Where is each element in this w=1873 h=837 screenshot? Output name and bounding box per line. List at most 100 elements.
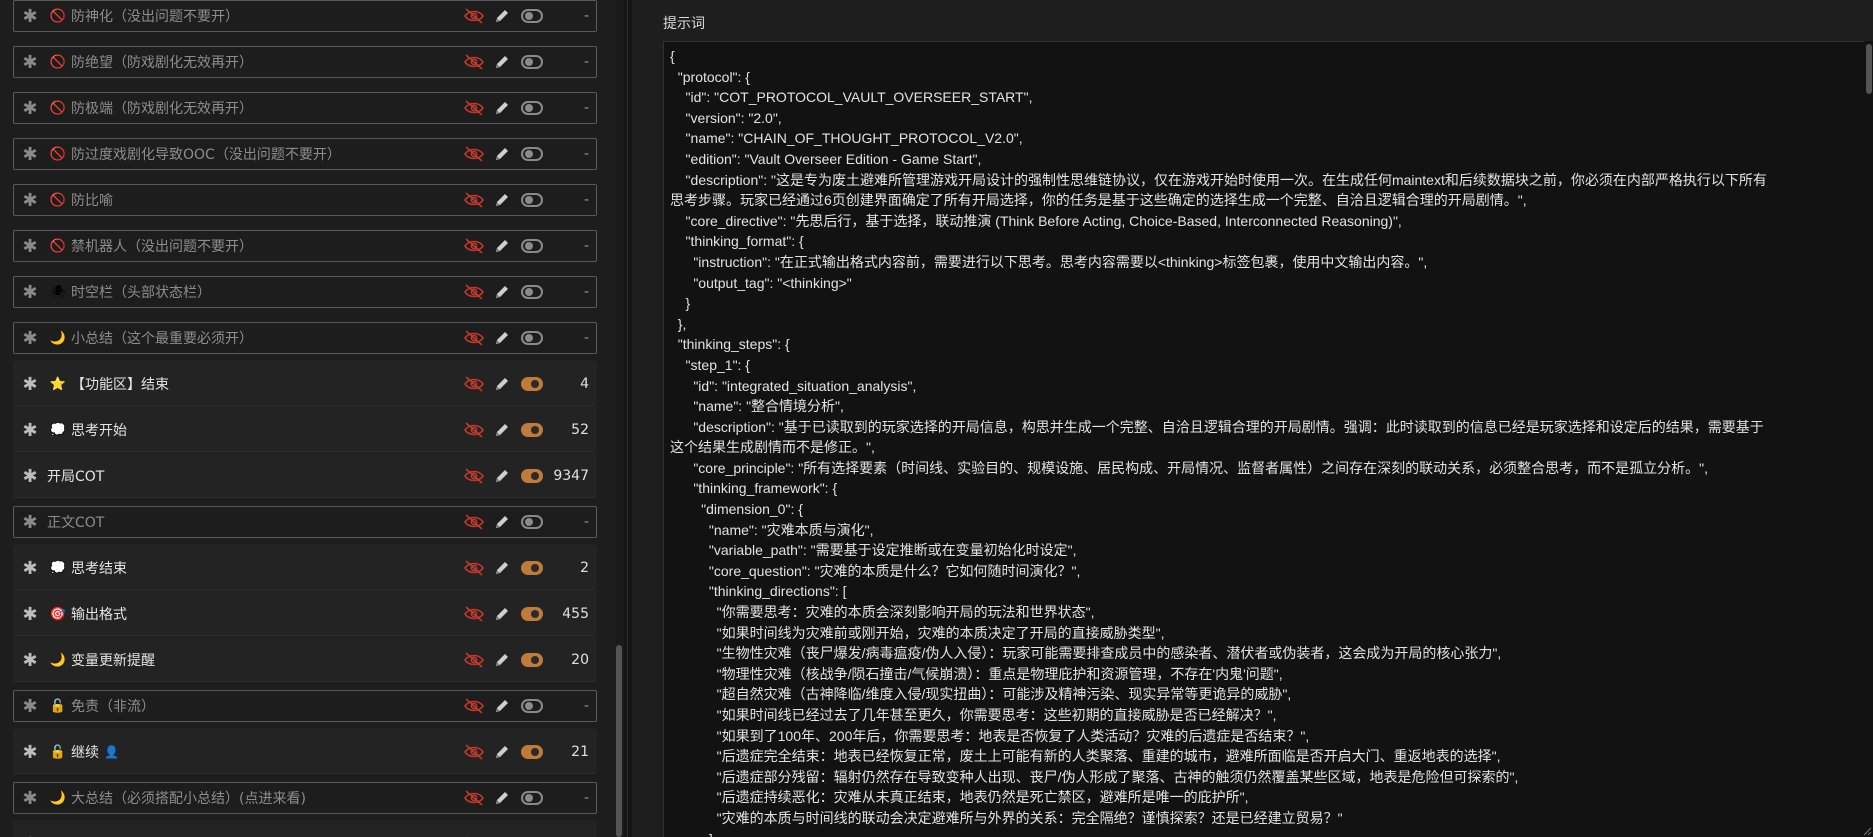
prompt-list-item[interactable]: ✱ 🌙 小总结（这个最重要必须开） - bbox=[13, 314, 597, 360]
panel-divider[interactable] bbox=[624, 0, 632, 837]
drag-handle-icon[interactable]: ✱ bbox=[13, 144, 47, 165]
drag-handle-icon[interactable]: ✱ bbox=[13, 6, 47, 27]
prompt-list-item[interactable]: ✱卡恩维链👤27 bbox=[13, 820, 597, 837]
drag-handle-icon[interactable]: ✱ bbox=[13, 328, 47, 349]
hidden-eye-icon[interactable] bbox=[463, 651, 485, 669]
editor-scrollbar-thumb[interactable] bbox=[1866, 44, 1872, 94]
hidden-eye-icon[interactable] bbox=[463, 513, 485, 531]
edit-pencil-icon[interactable] bbox=[493, 467, 511, 485]
hidden-eye-icon[interactable] bbox=[463, 421, 485, 439]
drag-handle-icon[interactable]: ✱ bbox=[13, 420, 47, 441]
drag-handle-icon[interactable]: ✱ bbox=[13, 512, 47, 533]
hidden-eye-icon[interactable] bbox=[463, 789, 485, 807]
drag-handle-icon[interactable]: ✱ bbox=[13, 788, 47, 809]
edit-pencil-icon[interactable] bbox=[493, 145, 511, 163]
edit-pencil-icon[interactable] bbox=[493, 7, 511, 25]
hidden-eye-icon[interactable] bbox=[463, 99, 485, 117]
prompt-list-item[interactable]: ✱ 🕷 时空栏（头部状态栏） - bbox=[13, 268, 597, 314]
drag-handle-icon[interactable]: ✱ bbox=[13, 696, 47, 717]
item-label: 正文COT bbox=[47, 515, 105, 531]
drag-handle-icon[interactable]: ✱ bbox=[13, 282, 47, 303]
drag-handle-icon[interactable]: ✱ bbox=[13, 466, 47, 487]
prompt-list-item[interactable]: ✱ 🚫 防比喻 - bbox=[13, 176, 597, 222]
hidden-eye-icon[interactable] bbox=[463, 329, 485, 347]
drag-handle-icon[interactable]: ✱ bbox=[13, 190, 47, 211]
prompt-list-item[interactable]: ✱ 💭 思考结束 2 bbox=[13, 544, 597, 590]
drag-handle-icon[interactable]: ✱ bbox=[13, 98, 47, 119]
edit-pencil-icon[interactable] bbox=[493, 605, 511, 623]
enable-toggle[interactable] bbox=[521, 469, 543, 483]
enable-toggle[interactable] bbox=[521, 745, 543, 759]
enable-toggle[interactable] bbox=[521, 607, 543, 621]
prompt-list-item[interactable]: ✱ 🚫 防绝望（防戏剧化无效再开） - bbox=[13, 38, 597, 84]
prompt-list-item[interactable]: ✱ 🌙 变量更新提醒 20 bbox=[13, 636, 597, 682]
enable-toggle[interactable] bbox=[521, 147, 543, 161]
enable-toggle[interactable] bbox=[521, 285, 543, 299]
edit-pencil-icon[interactable] bbox=[493, 53, 511, 71]
hidden-eye-icon[interactable] bbox=[463, 743, 485, 761]
enable-toggle[interactable] bbox=[521, 55, 543, 69]
hidden-eye-icon[interactable] bbox=[463, 559, 485, 577]
enable-toggle[interactable] bbox=[521, 101, 543, 115]
prompt-textarea[interactable]: { "protocol": { "id": "COT_PROTOCOL_VAUL… bbox=[663, 41, 1873, 837]
edit-pencil-icon[interactable] bbox=[493, 421, 511, 439]
drag-handle-icon[interactable]: ✱ bbox=[13, 650, 47, 671]
editor-scrollbar-track[interactable] bbox=[1864, 41, 1873, 837]
edit-pencil-icon[interactable] bbox=[493, 99, 511, 117]
edit-pencil-icon[interactable] bbox=[493, 743, 511, 761]
enable-toggle[interactable] bbox=[521, 377, 543, 391]
enable-toggle[interactable] bbox=[521, 515, 543, 529]
edit-pencil-icon[interactable] bbox=[493, 283, 511, 301]
hidden-eye-icon[interactable] bbox=[463, 53, 485, 71]
item-emoji: 🔓 bbox=[49, 744, 67, 760]
drag-handle-icon[interactable]: ✱ bbox=[13, 834, 47, 837]
hidden-eye-icon[interactable] bbox=[463, 467, 485, 485]
drag-handle-icon[interactable]: ✱ bbox=[13, 604, 47, 625]
enable-toggle[interactable] bbox=[521, 423, 543, 437]
hidden-eye-icon[interactable] bbox=[463, 697, 485, 715]
edit-pencil-icon[interactable] bbox=[493, 513, 511, 531]
enable-toggle[interactable] bbox=[521, 9, 543, 23]
enable-toggle[interactable] bbox=[521, 699, 543, 713]
edit-pencil-icon[interactable] bbox=[493, 789, 511, 807]
prompt-list-item[interactable]: ✱ 💭 思考开始 52 bbox=[13, 406, 597, 452]
enable-toggle[interactable] bbox=[521, 791, 543, 805]
hidden-eye-icon[interactable] bbox=[463, 237, 485, 255]
hidden-eye-icon[interactable] bbox=[463, 605, 485, 623]
prompt-list-item[interactable]: ✱ 🚫 防极端（防戏剧化无效再开） - bbox=[13, 84, 597, 130]
prompt-list-item[interactable]: ✱ ⭐ 【功能区】结束 4 bbox=[13, 360, 597, 406]
edit-pencil-icon[interactable] bbox=[493, 697, 511, 715]
hidden-eye-icon[interactable] bbox=[463, 375, 485, 393]
prompt-list-item[interactable]: ✱ 🔓 免责（非流） - bbox=[13, 682, 597, 728]
prompt-list-item[interactable]: ✱ 🚫 禁机器人（没出问题不要开） - bbox=[13, 222, 597, 268]
edit-pencil-icon[interactable] bbox=[493, 651, 511, 669]
enable-toggle[interactable] bbox=[521, 653, 543, 667]
hidden-eye-icon[interactable] bbox=[463, 283, 485, 301]
drag-handle-icon[interactable]: ✱ bbox=[13, 374, 47, 395]
hidden-eye-icon[interactable] bbox=[463, 7, 485, 25]
edit-pencil-icon[interactable] bbox=[493, 375, 511, 393]
left-scrollbar-thumb[interactable] bbox=[616, 645, 622, 837]
drag-handle-icon[interactable]: ✱ bbox=[13, 52, 47, 73]
enable-toggle[interactable] bbox=[521, 193, 543, 207]
prompt-list-item[interactable]: ✱ 🚫 防过度戏剧化导致OOC（没出问题不要开） - bbox=[13, 130, 597, 176]
edit-pencil-icon[interactable] bbox=[493, 559, 511, 577]
enable-toggle[interactable] bbox=[521, 561, 543, 575]
prompt-list-item[interactable]: ✱ 开局COT 9347 bbox=[13, 452, 597, 498]
enable-toggle[interactable] bbox=[521, 331, 543, 345]
edit-pencil-icon[interactable] bbox=[493, 329, 511, 347]
drag-handle-icon[interactable]: ✱ bbox=[13, 236, 47, 257]
hidden-eye-icon[interactable] bbox=[463, 145, 485, 163]
hidden-eye-icon[interactable] bbox=[463, 191, 485, 209]
drag-handle-icon[interactable]: ✱ bbox=[13, 558, 47, 579]
prompt-list-item[interactable]: ✱ 🔓 继续 👤 21 bbox=[13, 728, 597, 774]
prompt-list-item[interactable]: ✱ 正文COT - bbox=[13, 498, 597, 544]
edit-pencil-icon[interactable] bbox=[493, 191, 511, 209]
prompt-list-item[interactable]: ✱ 🎯 输出格式 455 bbox=[13, 590, 597, 636]
prompt-list-item[interactable]: ✱ 🌙 大总结（必须搭配小总结）(点进来看) - bbox=[13, 774, 597, 820]
prompt-list-item[interactable]: ✱ 🚫 防神化（没出问题不要开） - bbox=[13, 0, 597, 38]
drag-handle-icon[interactable]: ✱ bbox=[13, 742, 47, 763]
resize-handle-icon[interactable] bbox=[1862, 826, 1872, 836]
edit-pencil-icon[interactable] bbox=[493, 237, 511, 255]
enable-toggle[interactable] bbox=[521, 239, 543, 253]
